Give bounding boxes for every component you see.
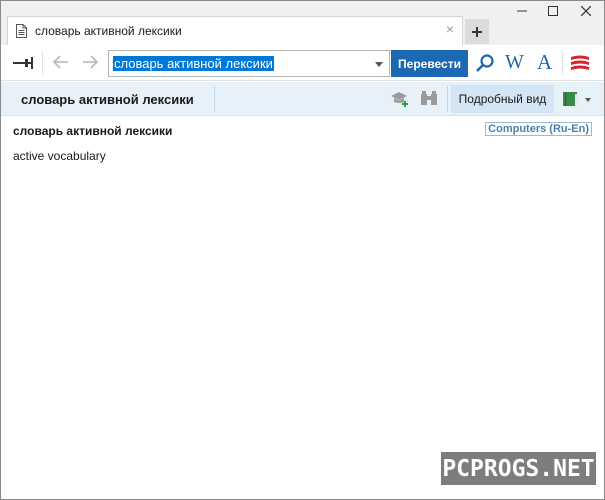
minimize-icon xyxy=(516,10,527,12)
tab-close-icon[interactable]: × xyxy=(446,21,454,37)
entry-header-title: словарь активной лексики xyxy=(21,92,194,107)
back-arrow-icon[interactable] xyxy=(52,54,70,70)
dictionary-book-icon[interactable] xyxy=(562,91,580,107)
search-input-value: словарь активной лексики xyxy=(113,56,274,71)
entry-header: словарь активной лексики Подробный вид xyxy=(1,82,604,116)
graduation-cap-icon[interactable] xyxy=(390,91,410,107)
toolbar: словарь активной лексики Перевести W A xyxy=(1,45,604,81)
article-content: словарь активной лексики Computers (Ru-E… xyxy=(1,117,604,499)
search-dropdown-icon[interactable] xyxy=(375,62,383,67)
dictionary-badge[interactable]: Computers (Ru-En) xyxy=(485,122,592,136)
new-tab-button[interactable] xyxy=(465,19,489,44)
search-input[interactable]: словарь активной лексики xyxy=(108,50,390,77)
minimize-button[interactable] xyxy=(506,1,537,21)
dictionary-dropdown-icon[interactable] xyxy=(585,98,591,102)
close-button[interactable] xyxy=(568,1,604,21)
entry-headword: словарь активной лексики xyxy=(13,124,173,138)
plus-icon xyxy=(472,26,482,37)
font-icon[interactable]: A xyxy=(537,50,552,75)
pin-icon[interactable] xyxy=(11,55,35,71)
window-controls xyxy=(506,1,604,21)
maximize-button[interactable] xyxy=(537,1,568,21)
tab-current[interactable]: словарь активной лексики × xyxy=(7,16,463,45)
detailed-view-button[interactable]: Подробный вид xyxy=(451,85,554,113)
binoculars-icon[interactable] xyxy=(420,90,438,106)
watermark: PCPROGS.NET xyxy=(441,452,596,485)
document-icon xyxy=(16,24,27,38)
wikipedia-icon[interactable]: W xyxy=(505,51,524,74)
header-separator xyxy=(447,86,448,112)
maximize-icon xyxy=(547,6,558,16)
entry-translation: active vocabulary xyxy=(13,149,106,163)
title-bar: словарь активной лексики × xyxy=(1,1,604,45)
close-icon xyxy=(581,6,591,16)
header-separator xyxy=(214,86,215,112)
tab-title: словарь активной лексики xyxy=(35,24,182,38)
lingvo-logo-icon[interactable] xyxy=(570,54,590,72)
toolbar-separator xyxy=(562,51,563,75)
toolbar-separator xyxy=(42,51,43,75)
translate-button[interactable]: Перевести xyxy=(391,50,468,77)
app-window: словарь активной лексики × словарь актив… xyxy=(0,0,605,500)
magnifier-icon[interactable] xyxy=(475,53,495,73)
forward-arrow-icon[interactable] xyxy=(81,54,99,70)
